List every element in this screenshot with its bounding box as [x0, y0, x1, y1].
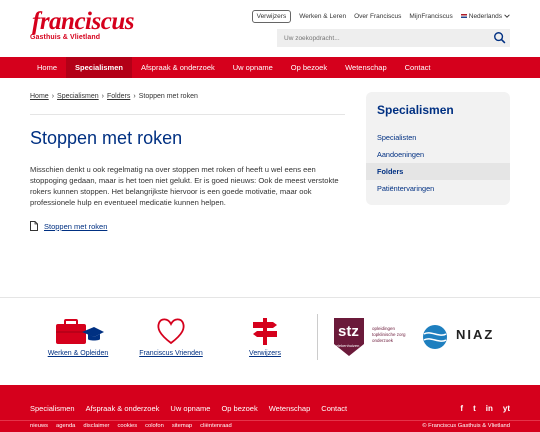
page-title: Stoppen met roken	[30, 128, 183, 148]
footer-link-agenda[interactable]: agenda	[56, 423, 75, 429]
search-input[interactable]	[277, 29, 487, 47]
sidebar-item-patientervaringen[interactable]: Patiëntervaringen	[366, 180, 510, 197]
search-bar	[277, 29, 510, 47]
breadcrumb-separator: ›	[133, 93, 136, 100]
nav-afspraak-onderzoek[interactable]: Afspraak & onderzoek	[132, 57, 224, 78]
twitter-icon[interactable]: t	[473, 404, 476, 413]
footer-nav-uw-opname[interactable]: Uw opname	[170, 404, 210, 413]
facebook-icon[interactable]: f	[460, 404, 463, 413]
linkedin-icon[interactable]: in	[486, 404, 493, 413]
intro-text: Misschien denkt u ook regelmatig na over…	[30, 165, 339, 207]
toplink-over-franciscus[interactable]: Over Franciscus	[354, 13, 401, 20]
footer-link-clientenraad[interactable]: cliëntenraad	[200, 423, 232, 429]
breadcrumb-specialismen[interactable]: Specialismen	[57, 93, 99, 100]
footer-nav-op-bezoek[interactable]: Op bezoek	[221, 404, 257, 413]
nav-wetenschap[interactable]: Wetenschap	[336, 57, 396, 78]
franciscus-logo[interactable]: franciscus Gasthuis & Vlietland	[30, 8, 150, 46]
language-label: Nederlands	[468, 12, 502, 20]
footer-link-disclaimer[interactable]: disclaimer	[83, 423, 109, 429]
sidebar-title: Specialismen	[377, 103, 454, 117]
logo-subtext: Gasthuis & Vlietland	[30, 34, 101, 41]
footer-link-colofon[interactable]: colofon	[145, 423, 164, 429]
footer-nav-specialismen[interactable]: Specialismen	[30, 404, 75, 413]
nav-uw-opname[interactable]: Uw opname	[224, 57, 282, 78]
document-icon	[30, 221, 38, 231]
footer-nav-wetenschap[interactable]: Wetenschap	[269, 404, 311, 413]
breadcrumb-home[interactable]: Home	[30, 93, 49, 100]
heart-icon	[157, 318, 185, 345]
briefcase-graduation-icon	[56, 319, 104, 344]
niaz-logo[interactable]: NIAZ	[420, 322, 510, 352]
footer-divider	[0, 420, 540, 421]
stz-logo-text: stz	[338, 323, 359, 340]
search-icon[interactable]	[493, 31, 507, 45]
footer-link-sitemap[interactable]: sitemap	[172, 423, 192, 429]
footer-nav-afspraak[interactable]: Afspraak & onderzoek	[86, 404, 160, 413]
niaz-logo-text: NIAZ	[456, 327, 495, 342]
partner-verwijzers[interactable]: Verwijzers	[230, 316, 300, 357]
footer-link-cookies[interactable]: cookies	[117, 423, 137, 429]
partner-label: Werken & Opleiden	[47, 350, 109, 357]
breadcrumb-folders[interactable]: Folders	[107, 93, 130, 100]
partners-divider	[0, 297, 540, 298]
site-header: franciscus Gasthuis & Vlietland Verwijze…	[0, 0, 540, 57]
breadcrumb: Home › Specialismen › Folders › Stoppen …	[30, 93, 198, 100]
main-nav: Home Specialismen Afspraak & onderzoek U…	[0, 57, 540, 78]
footer-link-nieuws[interactable]: nieuws	[30, 423, 48, 429]
breadcrumb-separator: ›	[51, 93, 55, 100]
footer-nav-contact[interactable]: Contact	[321, 404, 347, 413]
sidebar-item-folders[interactable]: Folders	[366, 163, 510, 180]
breadcrumb-divider	[30, 114, 345, 115]
nav-specialismen[interactable]: Specialismen	[66, 57, 132, 78]
stz-logo[interactable]: stz ziekenhuizen opleidingen topklinisch…	[332, 314, 412, 360]
toplink-verwijzers[interactable]: Verwijzers	[251, 9, 292, 23]
social-links: f t in yt	[460, 404, 510, 413]
top-links: Verwijzers Werken & Leren Over Franciscu…	[251, 9, 510, 23]
stz-logo-sub: ziekenhuizen	[336, 343, 360, 348]
nav-contact[interactable]: Contact	[396, 57, 440, 78]
toplink-werken-leren[interactable]: Werken & Leren	[299, 13, 346, 20]
sidebar-item-aandoeningen[interactable]: Aandoeningen	[366, 146, 510, 163]
signpost-icon	[253, 318, 277, 345]
stz-tagline: opleidingen topklinische zorg onderzoek	[372, 326, 406, 343]
footer-nav: Specialismen Afspraak & onderzoek Uw opn…	[30, 404, 347, 413]
footer-sub-links: nieuws agenda disclaimer cookies colofon…	[30, 423, 232, 429]
nav-op-bezoek[interactable]: Op bezoek	[282, 57, 336, 78]
nav-home[interactable]: Home	[28, 57, 66, 78]
youtube-icon[interactable]: yt	[503, 404, 510, 413]
breadcrumb-separator: ›	[101, 93, 105, 100]
sidebar: Specialismen Specialisten Aandoeningen F…	[366, 92, 510, 205]
partners-vertical-divider	[317, 314, 318, 360]
partner-label: Verwijzers	[249, 350, 281, 357]
toplink-mijnfranciscus[interactable]: MijnFranciscus	[409, 13, 452, 20]
language-selector[interactable]: Nederlands	[460, 12, 510, 20]
site-footer: Specialismen Afspraak & onderzoek Uw opn…	[0, 385, 540, 432]
folder-link-label: Stoppen met roken	[44, 221, 108, 231]
partner-werken-opleiden[interactable]: Werken & Opleiden	[43, 316, 113, 357]
copyright: © Franciscus Gasthuis & Vlietland	[422, 423, 510, 429]
partner-label: Franciscus Vrienden	[139, 350, 203, 357]
dutch-flag-icon	[460, 14, 467, 18]
folder-download-link[interactable]: Stoppen met roken	[30, 221, 107, 231]
niaz-globe-icon	[423, 325, 447, 349]
chevron-down-icon	[504, 14, 510, 18]
partner-franciscus-vrienden[interactable]: Franciscus Vrienden	[136, 316, 206, 357]
logo-wordmark: franciscus	[32, 8, 134, 35]
breadcrumb-current: Stoppen met roken	[138, 93, 198, 100]
sidebar-item-specialisten[interactable]: Specialisten	[366, 129, 510, 146]
